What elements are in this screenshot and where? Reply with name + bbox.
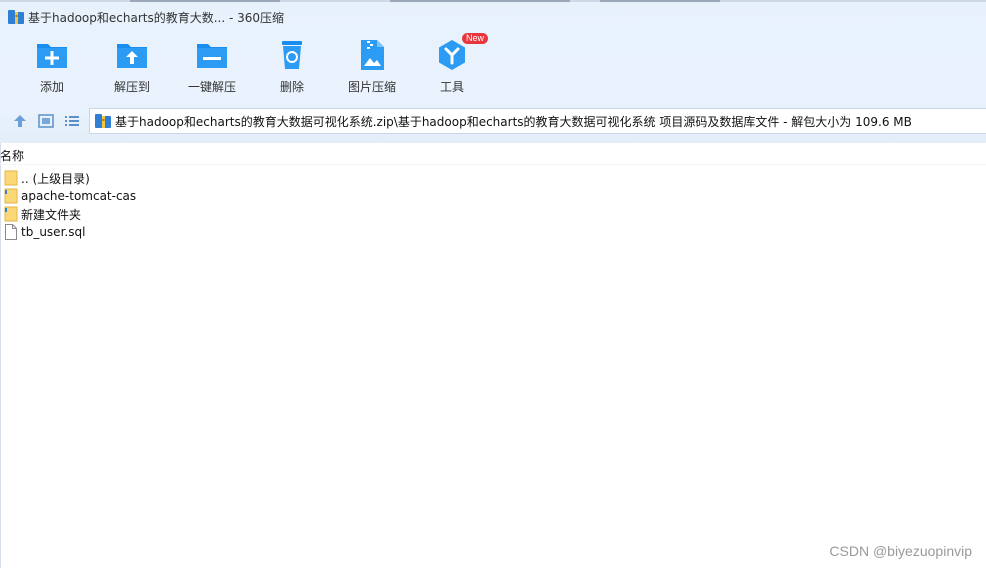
- tools-button[interactable]: New 工具: [417, 33, 489, 95]
- list-view-icon[interactable]: [63, 112, 81, 130]
- new-badge: New: [462, 33, 489, 44]
- add-label: 添加: [39, 80, 64, 94]
- folder-icon: [4, 188, 18, 204]
- extract-to-button[interactable]: 解压到: [97, 38, 167, 95]
- list-item[interactable]: tb_user.sql: [4, 223, 85, 241]
- list-item[interactable]: apache-tomcat-cas: [4, 187, 136, 205]
- one-click-extract-icon: [197, 44, 227, 68]
- archive-icon: [8, 10, 24, 24]
- list-item-name: apache-tomcat-cas: [21, 189, 137, 203]
- list-left-border: [0, 143, 1, 568]
- delete-button[interactable]: 删除: [257, 38, 327, 95]
- window-top-border: [0, 0, 986, 2]
- extract-to-icon: [117, 44, 147, 68]
- add-button[interactable]: 添加: [17, 38, 87, 95]
- extract-to-label: 解压到: [113, 80, 150, 94]
- archive-icon: [95, 114, 111, 128]
- image-compress-button[interactable]: 图片压缩: [337, 38, 407, 95]
- image-compress-label: 图片压缩: [347, 80, 396, 94]
- list-item[interactable]: 新建文件夹: [4, 205, 81, 223]
- one-click-extract-button[interactable]: 一键解压: [177, 38, 247, 95]
- window-title-text: 基于hadoop和echarts的教育大数... - 360压缩: [28, 10, 285, 25]
- path-text: 基于hadoop和echarts的教育大数据可视化系统.zip\基于hadoop…: [115, 114, 912, 129]
- delete-label: 删除: [279, 80, 304, 94]
- thumbnail-view-icon[interactable]: [37, 112, 55, 130]
- column-separator: [0, 164, 986, 165]
- folder-icon: [4, 206, 18, 222]
- list-item[interactable]: .. (上级目录): [4, 169, 90, 187]
- image-compress-icon: [361, 40, 384, 70]
- list-item-name: .. (上级目录): [21, 171, 90, 186]
- column-header-name[interactable]: 名称: [0, 147, 24, 164]
- path-bar[interactable]: 基于hadoop和echarts的教育大数据可视化系统.zip\基于hadoop…: [89, 108, 986, 134]
- add-icon: [37, 44, 67, 68]
- up-arrow-icon[interactable]: [11, 112, 29, 130]
- delete-icon: [282, 41, 302, 69]
- file-icon: [5, 224, 17, 240]
- list-item-name: 新建文件夹: [21, 207, 82, 222]
- watermark: CSDN @biyezuopinvip: [829, 543, 972, 559]
- tools-label: 工具: [439, 80, 464, 94]
- window-title: 基于hadoop和echarts的教育大数... - 360压缩: [8, 8, 284, 26]
- folder-icon: [4, 170, 18, 186]
- one-click-extract-label: 一键解压: [187, 80, 236, 94]
- list-item-name: tb_user.sql: [21, 225, 86, 239]
